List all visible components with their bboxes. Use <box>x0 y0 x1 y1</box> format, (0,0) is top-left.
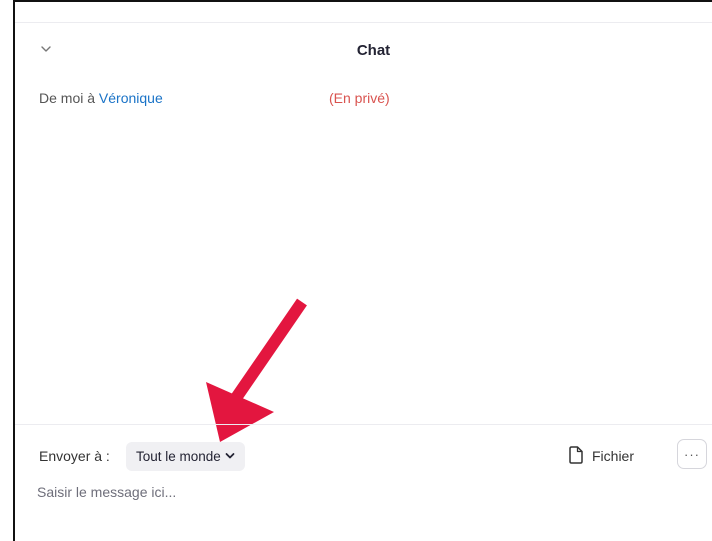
chat-header: Chat <box>15 30 712 70</box>
send-to-label: Envoyer à : <box>39 448 110 464</box>
message-recipient[interactable]: Véronique <box>99 90 163 106</box>
annotation-arrow <box>206 298 307 442</box>
file-button[interactable]: Fichier <box>568 444 634 468</box>
file-label: Fichier <box>592 448 635 464</box>
more-options-button[interactable]: ··· <box>677 439 707 469</box>
private-label: (En privé) <box>329 90 390 106</box>
message-sender: De moi à <box>39 90 99 106</box>
file-icon <box>568 445 584 467</box>
send-to-dropdown[interactable]: Tout le monde <box>126 442 245 471</box>
send-to-value: Tout le monde <box>136 449 221 464</box>
composer-divider <box>15 424 712 425</box>
chevron-down-icon <box>225 449 235 464</box>
divider <box>15 22 712 23</box>
message-header: De moi à Véronique <box>39 90 163 106</box>
message-input[interactable] <box>37 480 637 504</box>
chat-title: Chat <box>356 42 391 59</box>
chat-panel: Chat De moi à Véronique (En privé) Envoy… <box>13 0 712 541</box>
